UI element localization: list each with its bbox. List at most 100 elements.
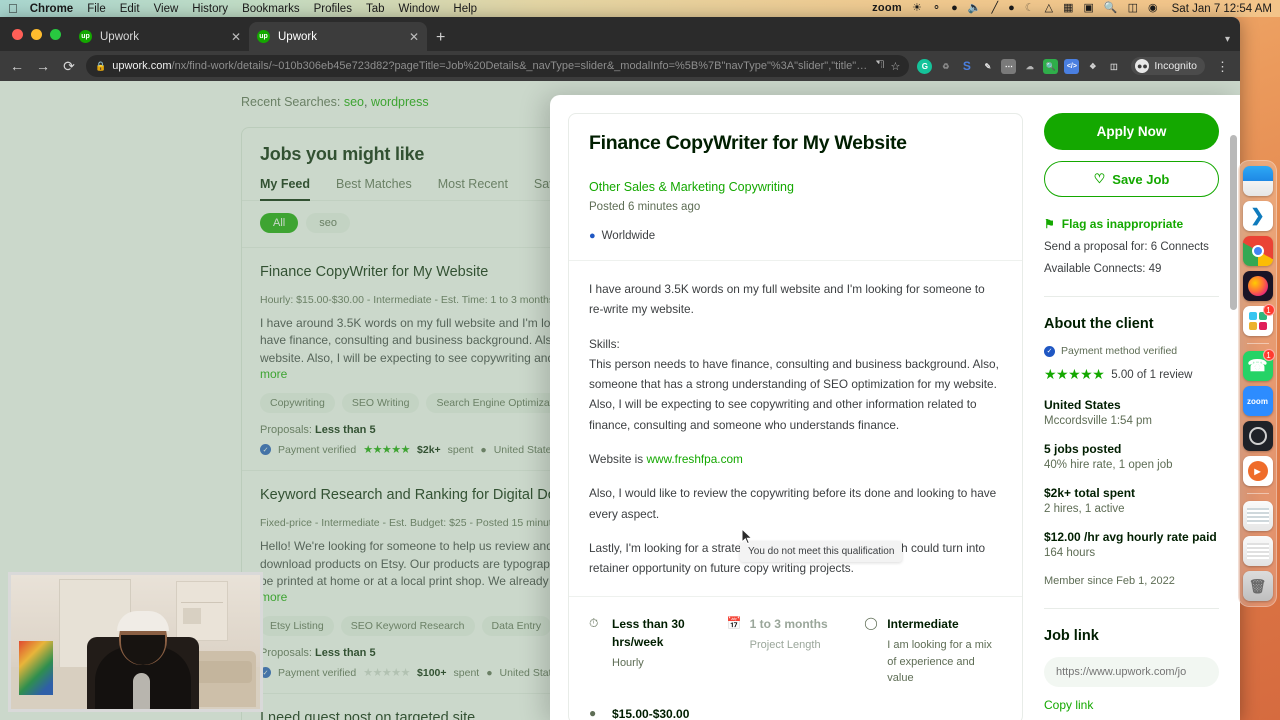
apply-now-button[interactable]: Apply Now [1044, 113, 1219, 150]
back-button[interactable]: ← [8, 59, 26, 73]
job-link-input[interactable] [1044, 657, 1219, 687]
verified-badge-icon: ✓ [260, 444, 271, 456]
menu-item-help[interactable]: Help [453, 3, 477, 15]
chip-seo[interactable]: seo [306, 213, 350, 233]
firefox-icon[interactable] [1242, 271, 1273, 301]
tag[interactable]: SEO Writing [341, 393, 420, 414]
side-panel-icon[interactable]: ◫ [1106, 59, 1121, 74]
trash-icon[interactable]: 🗑 [1242, 571, 1273, 601]
browser-tab-1[interactable]: up Upwork ✕ [71, 22, 249, 51]
recent-search-wordpress[interactable]: wordpress [371, 95, 429, 109]
menu-item-chrome[interactable]: Chrome [30, 3, 73, 15]
vscode-icon[interactable]: ❯ [1242, 201, 1273, 231]
copy-link-button[interactable]: Copy link [1044, 698, 1093, 712]
media-player-icon[interactable]: ▶ [1242, 456, 1273, 486]
dock-item-whatsapp[interactable]: ☎ 1 [1242, 349, 1275, 381]
new-tab-button[interactable]: + [427, 29, 454, 51]
menu-item-file[interactable]: File [87, 3, 106, 15]
dock-item-zoom[interactable]: zoom [1242, 386, 1273, 416]
more-extension-icon[interactable]: ⋯ [1001, 58, 1017, 74]
clockwise-status-icon[interactable]: ⚬ [932, 3, 941, 14]
chevron-down-icon[interactable]: ▾ [1225, 34, 1230, 45]
gauge-status-icon[interactable]: ☀︎ [912, 3, 922, 14]
dock-item-downloads-folder[interactable] [1242, 536, 1273, 566]
display-status-icon[interactable]: ◫ [1128, 3, 1138, 14]
cloud-status-icon[interactable]: ● [951, 3, 958, 14]
menu-item-bookmarks[interactable]: Bookmarks [242, 3, 300, 15]
close-window-button[interactable] [12, 28, 23, 40]
menu-item-history[interactable]: History [192, 3, 228, 15]
menu-item-view[interactable]: View [154, 3, 179, 15]
grammarly-extension-icon[interactable]: G [917, 58, 933, 74]
menu-clock[interactable]: Sat Jan 7 12:54 AM [1172, 3, 1272, 15]
forward-button[interactable]: → [34, 59, 52, 73]
browser-tab-2-active[interactable]: up Upwork ✕ [249, 22, 427, 51]
controlcenter-status-icon[interactable]: ▣ [1084, 3, 1094, 14]
maximize-window-button[interactable] [50, 28, 61, 40]
attribute-project-length[interactable]: 📅 1 to 3 months Project Length [727, 615, 865, 705]
menu-item-tab[interactable]: Tab [366, 3, 385, 15]
tag[interactable]: Data Entry [481, 616, 552, 637]
dock-item-finder[interactable] [1242, 166, 1273, 196]
close-tab-icon[interactable]: ✕ [409, 31, 419, 43]
website-link[interactable]: www.freshfpa.com [646, 452, 742, 466]
finder-icon[interactable] [1242, 166, 1273, 196]
siri-status-icon[interactable]: ◉ [1148, 3, 1158, 14]
dock-item-chrome[interactable] [1242, 236, 1273, 266]
address-bar[interactable]: 🔒 upwork.com/nx/find-work/details/~010b3… [86, 55, 910, 77]
reload-button[interactable]: ⟳ [60, 59, 78, 73]
dock-item-obs[interactable] [1242, 421, 1273, 451]
flag-as-inappropriate-link[interactable]: ⚑ Flag as inappropriate [1044, 217, 1219, 231]
close-tab-icon[interactable]: ✕ [231, 31, 241, 43]
website-prefix: Website is [589, 451, 647, 466]
cloud-extension-icon[interactable]: ☁ [1022, 59, 1037, 74]
webcam-overlay[interactable] [8, 572, 263, 712]
wifi-status-icon[interactable]: △ [1045, 3, 1053, 14]
bookmark-star-icon[interactable]: ☆ [891, 60, 901, 73]
tab-best-matches[interactable]: Best Matches [336, 177, 412, 201]
incognito-profile-button[interactable]: ●● Incognito [1131, 57, 1205, 75]
block-icon[interactable]: ⛠ [876, 59, 885, 73]
downloads-folder-icon[interactable] [1242, 536, 1273, 566]
documents-folder-icon[interactable] [1242, 501, 1273, 531]
tab-my-feed[interactable]: My Feed [260, 177, 311, 201]
tag[interactable]: Etsy Listing [260, 616, 334, 637]
dock-item-slack[interactable]: 1 [1242, 304, 1275, 336]
zoom-icon[interactable]: zoom [1242, 386, 1273, 416]
tag[interactable]: SEO Keyword Research [340, 616, 475, 637]
dock-item-documents-folder[interactable] [1242, 501, 1273, 531]
moon-status-icon[interactable]: ☾ [1025, 3, 1035, 14]
dock-item-firefox[interactable] [1242, 271, 1273, 301]
chrome-icon[interactable] [1242, 236, 1273, 266]
volume-status-icon[interactable]: 🔈 [968, 3, 982, 14]
save-job-button[interactable]: ♡ Save Job [1044, 161, 1219, 197]
search-extension-icon[interactable]: 🔍 [1043, 58, 1059, 74]
apple-menu-icon[interactable]:  [8, 2, 18, 15]
job-category-link[interactable]: Other Sales & Marketing Copywriting [589, 180, 1002, 194]
tag[interactable]: Copywriting [260, 393, 335, 414]
zoom-status-label[interactable]: zoom [872, 3, 902, 14]
tab-most-recent[interactable]: Most Recent [438, 177, 508, 201]
pencil-status-icon[interactable]: ╱ [991, 3, 998, 14]
menu-item-edit[interactable]: Edit [120, 3, 140, 15]
menu-item-profiles[interactable]: Profiles [314, 3, 352, 15]
spotlight-search-icon[interactable]: 🔍 [1104, 3, 1118, 14]
modal-scrollbar[interactable] [1230, 135, 1237, 310]
chip-all[interactable]: All [260, 213, 299, 233]
browser-toolbar: ← → ⟳ 🔒 upwork.com/nx/find-work/details/… [0, 51, 1240, 81]
bell-status-icon[interactable]: ● [1008, 3, 1015, 14]
puzzle-extension-icon[interactable]: ❖ [1085, 59, 1100, 74]
obs-icon[interactable] [1242, 421, 1273, 451]
pen-extension-icon[interactable]: ✎ [980, 59, 995, 74]
recycle-extension-icon[interactable]: ♻ [938, 59, 953, 74]
dock-item-media-player[interactable]: ▶ [1242, 456, 1273, 486]
battery-status-icon[interactable]: ▦ [1063, 3, 1073, 14]
dock-item-trash[interactable]: 🗑 [1242, 571, 1273, 601]
minimize-window-button[interactable] [31, 28, 42, 40]
chrome-menu-button[interactable]: ⋮ [1213, 60, 1232, 73]
menu-item-window[interactable]: Window [399, 3, 440, 15]
stake-extension-icon[interactable]: S [959, 59, 974, 74]
recent-search-seo[interactable]: seo [344, 95, 364, 109]
dock-item-vscode[interactable]: ❯ [1242, 201, 1273, 231]
code-extension-icon[interactable]: </> [1064, 58, 1080, 74]
